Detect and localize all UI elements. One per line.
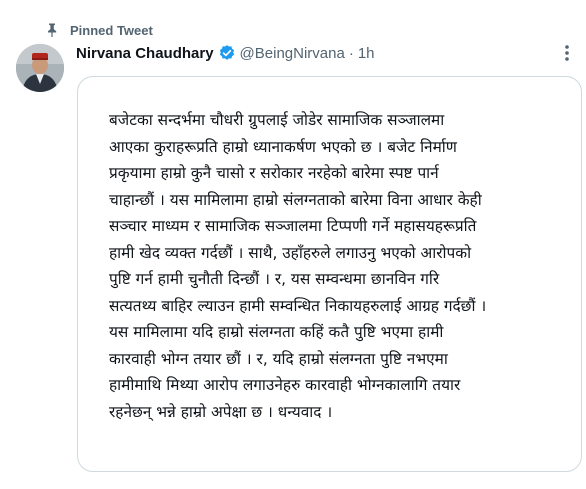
pin-icon bbox=[44, 22, 60, 38]
tweet-header: Nirvana Chaudhary @BeingNirvana · 1h bbox=[76, 42, 546, 64]
tweet-text-line: कारवाही भोग्न तयार छौं । र, यदि हाम्रो स… bbox=[109, 349, 448, 368]
tweet-text-line: आएका कुराहरूप्रति हाम्रो ध्यानाकर्षण भएक… bbox=[109, 137, 457, 156]
pinned-tweet-indicator: Pinned Tweet bbox=[44, 21, 153, 39]
tweet-timestamp[interactable]: 1h bbox=[358, 45, 375, 62]
tweet-text-line: रहनेछन् भन्ने हाम्रो अपेक्षा छ । धन्यवाद… bbox=[109, 402, 333, 421]
more-options-icon[interactable] bbox=[554, 40, 580, 66]
tweet-text-line: सत्यतथ्य बाहिर ल्याउन हामी सम्वन्धित निक… bbox=[109, 296, 487, 315]
separator-dot: · bbox=[348, 44, 354, 62]
author-name[interactable]: Nirvana Chaudhary bbox=[76, 45, 214, 62]
tweet-text-line: हामी खेद व्यक्त गर्दछौं । साथै, उहाँहरुल… bbox=[109, 243, 472, 262]
tweet-text-line: प्रकृयामा हाम्रो कुनै चासो र सरोकार नरहे… bbox=[109, 164, 439, 182]
author-handle[interactable]: @BeingNirvana bbox=[240, 45, 345, 62]
tweet-text-line: यस मामिलामा यदि हाम्रो संलग्नता कहिं कतै… bbox=[109, 323, 444, 341]
pinned-label: Pinned Tweet bbox=[70, 22, 153, 38]
tweet-text-line: पुष्टि गर्न हामी चुनौती दिन्छौं । र, यस … bbox=[109, 270, 440, 288]
tweet-text-line: बजेटका सन्दर्भमा चौधरी ग्रुपलाई जोडेर सा… bbox=[109, 111, 445, 129]
tweet-text-line: हामीमाथि मिथ्या आरोप लगाउनेहरु कारवाही भ… bbox=[109, 376, 461, 394]
tweet-text-line: सञ्चार माध्यम र सामाजिक सञ्जालमा टिप्पणी… bbox=[109, 217, 477, 235]
tweet-text-line: चाहान्छौं । यस मामिलामा हाम्रो संलग्नताक… bbox=[109, 190, 482, 209]
avatar[interactable] bbox=[16, 44, 64, 92]
verified-badge-icon bbox=[218, 44, 236, 62]
tweet-text-card[interactable]: बजेटका सन्दर्भमा चौधरी ग्रुपलाई जोडेर सा… bbox=[77, 76, 582, 472]
